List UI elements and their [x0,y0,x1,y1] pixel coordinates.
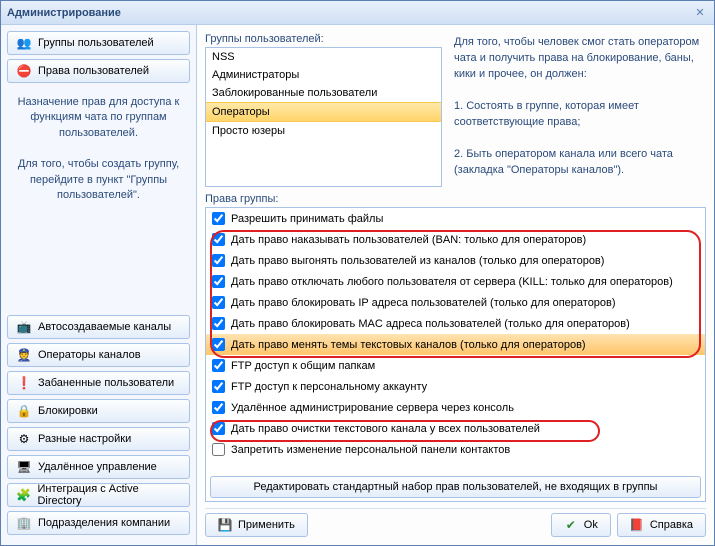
help-button[interactable]: 📕 Справка [617,513,706,537]
sidebar-remote-control-label: Удалённое управление [38,461,157,473]
right-checkbox[interactable] [212,338,225,351]
right-item[interactable]: Дать право выгонять пользователей из кан… [206,250,705,271]
sidebar-channel-operators-icon: 👮 [16,347,32,363]
sidebar-banned-users[interactable]: ❗ Забаненные пользователи [7,371,190,395]
window-title: Администрирование [7,7,692,19]
right-label: Дать право менять темы текстовых каналов… [231,339,586,351]
right-label: Дать право блокировать MAC адреса пользо… [231,318,630,330]
right-label: Дать право наказывать пользователей (BAN… [231,234,586,246]
titlebar: Администрирование ✕ [1,1,714,25]
right-label: FTP доступ к общим папкам [231,360,375,372]
sidebar-company-divisions-icon: 🏢 [16,515,32,531]
sidebar: 👥 Группы пользователей ⛔ Права пользователе… [1,25,197,545]
help-text-1: Назначение прав для доступа к функциям ч… [7,87,190,149]
main-panel: Группы пользователей: NSSАдминистраторыЗ… [197,25,714,545]
edit-default-rights-button[interactable]: Редактировать стандартный набор прав пол… [210,476,701,498]
right-checkbox[interactable] [212,296,225,309]
sidebar-blocks-label: Блокировки [38,405,98,417]
right-item[interactable]: Дать право менять темы текстовых каналов… [206,334,705,355]
right-item[interactable]: FTP доступ к общим папкам [206,355,705,376]
right-checkbox[interactable] [212,443,225,456]
group-item[interactable]: NSS [206,48,441,66]
close-icon[interactable]: ✕ [692,5,708,21]
info-p1: Для того, чтобы человек смог стать опера… [454,35,700,83]
right-item[interactable]: Разрешить принимать файлы [206,208,705,229]
sidebar-user-rights[interactable]: ⛔ Права пользователей [7,59,190,83]
sidebar-remote-control[interactable]: 🖥 Удалённое управление [7,455,190,479]
right-checkbox[interactable] [212,317,225,330]
right-item[interactable]: FTP доступ к персональному аккаунту [206,376,705,397]
rights-box: Разрешить принимать файлы Дать право нака… [205,207,706,502]
right-checkbox[interactable] [212,275,225,288]
help-text-2: Для того, чтобы создать группу, перейдит… [7,149,190,211]
right-checkbox[interactable] [212,254,225,267]
sidebar-company-divisions[interactable]: 🏢 Подразделения компании [7,511,190,535]
info-p2: 1. Состоять в группе, которая имеет соот… [454,99,700,131]
sidebar-ad-integration[interactable]: 🧩 Интеграция с Active Directory [7,483,190,507]
sidebar-banned-users-icon: ❗ [16,375,32,391]
sidebar-auto-channels[interactable]: 📺 Автосоздаваемые каналы [7,315,190,339]
apply-button[interactable]: 💾 Применить [205,513,308,537]
right-item[interactable]: Дать право отключать любого пользователя… [206,271,705,292]
group-item[interactable]: Операторы [206,102,441,122]
group-item[interactable]: Заблокированные пользователи [206,84,441,102]
sidebar-remote-control-icon: 🖥 [16,459,32,475]
right-item[interactable]: Удалённое администрирование сервера чере… [206,397,705,418]
right-item[interactable]: Дать право блокировать MAC адреса пользо… [206,313,705,334]
sidebar-user-groups-icon: 👥 [16,35,32,51]
right-item[interactable]: Дать право очистки текстового канала у в… [206,418,705,439]
sidebar-user-rights-icon: ⛔ [16,63,32,79]
group-item[interactable]: Просто юзеры [206,122,441,140]
rights-label: Права группы: [205,193,706,205]
right-checkbox[interactable] [212,422,225,435]
help-icon: 📕 [630,518,644,532]
right-item[interactable]: Дать право наказывать пользователей (BAN… [206,229,705,250]
sidebar-ad-integration-icon: 🧩 [16,487,31,503]
sidebar-ad-integration-label: Интеграция с Active Directory [37,483,181,507]
sidebar-misc-settings-icon: ⚙ [16,431,32,447]
sidebar-channel-operators-label: Операторы каналов [38,349,141,361]
sidebar-misc-settings[interactable]: ⚙ Разные настройки [7,427,190,451]
right-checkbox[interactable] [212,359,225,372]
group-item[interactable]: Администраторы [206,66,441,84]
right-label: Запретить изменение персональной панели … [231,444,510,456]
check-icon: ✔ [564,518,578,532]
right-label: Разрешить принимать файлы [231,213,383,225]
right-label: Дать право отключать любого пользователя… [231,276,673,288]
right-item[interactable]: Дать право блокировать IP адреса пользов… [206,292,705,313]
right-label: Дать право очистки текстового канала у в… [231,423,540,435]
right-label: FTP доступ к персональному аккаунту [231,381,427,393]
right-item[interactable]: Запретить изменение персональной панели … [206,439,705,460]
info-p3: 2. Быть оператором канала или всего чата… [454,147,700,179]
info-panel: Для того, чтобы человек смог стать опера… [448,33,706,187]
ok-button[interactable]: ✔ Ok [551,513,611,537]
groups-label: Группы пользователей: [205,33,442,45]
sidebar-user-groups-label: Группы пользователей [38,37,154,49]
right-checkbox[interactable] [212,233,225,246]
right-checkbox[interactable] [212,212,225,225]
right-checkbox[interactable] [212,380,225,393]
sidebar-misc-settings-label: Разные настройки [38,433,131,445]
right-checkbox[interactable] [212,401,225,414]
right-label: Дать право блокировать IP адреса пользов… [231,297,616,309]
bottom-bar: 💾 Применить ✔ Ok 📕 Справка [205,508,706,537]
sidebar-auto-channels-icon: 📺 [16,319,32,335]
right-label: Удалённое администрирование сервера чере… [231,402,514,414]
sidebar-banned-users-label: Забаненные пользователи [38,377,174,389]
sidebar-blocks-icon: 🔒 [16,403,32,419]
sidebar-user-rights-label: Права пользователей [38,65,149,77]
sidebar-blocks[interactable]: 🔒 Блокировки [7,399,190,423]
sidebar-channel-operators[interactable]: 👮 Операторы каналов [7,343,190,367]
sidebar-user-groups[interactable]: 👥 Группы пользователей [7,31,190,55]
groups-listbox[interactable]: NSSАдминистраторыЗаблокированные пользов… [205,47,442,187]
right-label: Дать право выгонять пользователей из кан… [231,255,604,267]
sidebar-auto-channels-label: Автосоздаваемые каналы [38,321,171,333]
sidebar-company-divisions-label: Подразделения компании [38,517,170,529]
admin-window: Администрирование ✕ 👥 Группы пользователе… [0,0,715,546]
save-icon: 💾 [218,518,232,532]
